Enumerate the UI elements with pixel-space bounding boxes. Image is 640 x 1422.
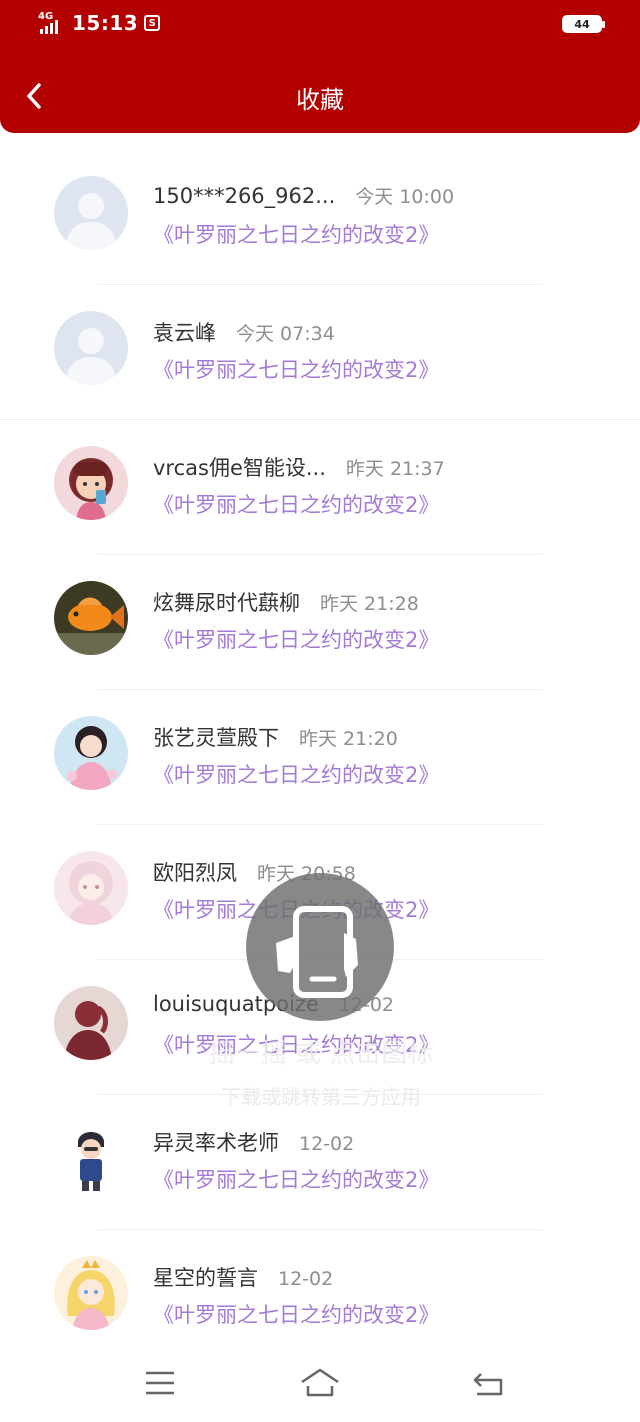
default-avatar[interactable] [54,176,128,250]
battery-icon: 44 [562,15,605,33]
silhouette-avatar[interactable] [54,986,128,1060]
home-icon [301,1368,339,1397]
user-name: 张艺灵萱殿下 [153,726,279,750]
overlay-hint-subtitle: 下载或跳转第三方应用 [221,1085,421,1109]
list-item[interactable]: 异灵率术老师 12-02 《叶罗丽之七日之约的改变2》 [0,1095,640,1230]
status-bar: 4G 15:13 S 44 [0,0,640,50]
phone-hand-icon[interactable] [246,873,394,1021]
timestamp: 12-02 [278,1268,334,1290]
girl-avatar[interactable] [54,446,128,520]
book-title[interactable]: 《叶罗丽之七日之约的改变2》 [153,354,439,384]
list-item[interactable]: 炫舞尿时代蕻柳 昨天 21:28 《叶罗丽之七日之约的改变2》 [0,555,640,690]
timestamp: 昨天 21:28 [320,593,419,615]
user-name: 炫舞尿时代蕻柳 [153,591,300,615]
user-name: 袁云峰 [153,321,216,345]
page-title: 收藏 [296,86,344,114]
status-time: 15:13 [72,11,139,35]
default-avatar[interactable] [54,311,128,385]
back-icon [473,1373,503,1396]
app-header: 4G 15:13 S 44 收藏 [0,0,640,133]
list-item[interactable]: 张艺灵萱殿下 昨天 21:20 《叶罗丽之七日之约的改变2》 [0,690,640,825]
menu-button[interactable] [140,1365,180,1401]
status-left: 4G 15:13 S [36,10,161,36]
book-title[interactable]: 《叶罗丽之七日之约的改变2》 [153,219,439,249]
book-title[interactable]: 《叶罗丽之七日之约的改变2》 [153,489,439,519]
timestamp: 12-02 [299,1133,355,1155]
book-title[interactable]: 《叶罗丽之七日之约的改变2》 [153,1299,439,1329]
user-name: 星空的誓言 [153,1266,258,1290]
list-item[interactable]: 袁云峰 今天 07:34 《叶罗丽之七日之约的改变2》 [0,285,640,420]
timestamp: 今天 07:34 [236,323,335,345]
shake-download-overlay[interactable]: 摇一摇 或 点击图标 下载或跳转第三方应用 [186,873,456,1113]
signal-icon: 4G [36,10,66,36]
list-item[interactable]: vrcas佣e智能设... 昨天 21:37 《叶罗丽之七日之约的改变2》 [0,420,640,555]
photo-avatar[interactable] [54,716,128,790]
book-title[interactable]: 《叶罗丽之七日之约的改变2》 [153,1164,439,1194]
menu-icon [146,1371,174,1395]
user-name: 异灵率术老师 [153,1131,279,1155]
fish-avatar[interactable] [54,581,128,655]
overlay-hint-title: 摇一摇 或 点击图标 [208,1039,434,1069]
timestamp: 今天 10:00 [355,186,455,208]
system-nav-bar [0,1345,640,1422]
battery-level: 44 [574,17,590,31]
user-name: vrcas佣e智能设... [153,456,326,480]
user-name: 150***266_962... [153,184,336,208]
book-title[interactable]: 《叶罗丽之七日之约的改变2》 [153,624,439,654]
timestamp: 昨天 21:37 [345,458,445,480]
list-item[interactable]: 150***266_962... 今天 10:00 《叶罗丽之七日之约的改变2》 [0,150,640,285]
back-nav-button[interactable] [468,1365,508,1401]
cartoon-avatar[interactable] [54,1121,128,1195]
sim-icon: S [144,15,161,31]
anime-avatar[interactable] [54,1256,128,1330]
anime-avatar[interactable] [54,851,128,925]
home-button[interactable] [300,1365,340,1401]
favorites-list: 150***266_962... 今天 10:00 《叶罗丽之七日之约的改变2》… [0,150,640,1365]
timestamp: 昨天 21:20 [299,728,398,750]
book-title[interactable]: 《叶罗丽之七日之约的改变2》 [153,759,439,789]
